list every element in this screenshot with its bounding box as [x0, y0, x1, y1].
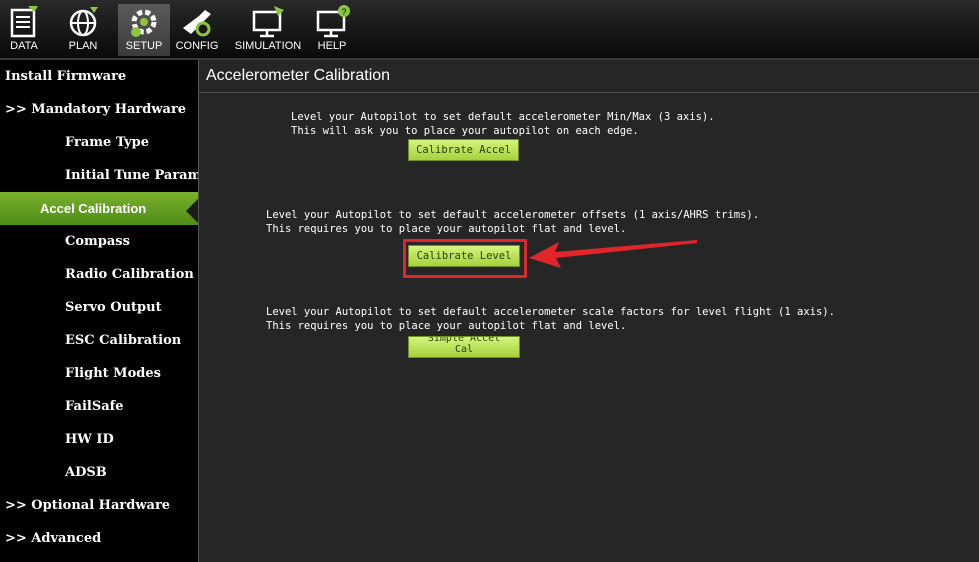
- sidebar-item-install-firmware[interactable]: Install Firmware: [0, 60, 203, 93]
- top-toolbar: DATA PLAN SETUP CONFIG SIMULATION ? HELP: [0, 0, 979, 60]
- accel-calibration-panel: Accelerometer Calibration Level your Aut…: [198, 60, 979, 562]
- section2-line1: Level your Autopilot to set default acce…: [266, 209, 760, 221]
- config-wrench-icon: [183, 10, 211, 37]
- simple-accel-cal-label-2: Cal: [454, 344, 474, 355]
- simulation-monitor-icon: [252, 6, 284, 38]
- calibrate-accel-button[interactable]: Calibrate Accel: [408, 139, 519, 161]
- sidebar-item-flight-modes[interactable]: Flight Modes: [0, 357, 198, 390]
- section3-line1: Level your Autopilot to set default acce…: [266, 306, 835, 318]
- simple-accel-cal-label-1: Simple Accel: [427, 336, 501, 344]
- section1-line1: Level your Autopilot to set default acce…: [291, 111, 715, 123]
- data-icon: [10, 6, 38, 38]
- toolbar-setup-button[interactable]: SETUP: [118, 4, 170, 56]
- toolbar-label: SIMULATION: [234, 40, 302, 52]
- title-divider: [199, 92, 979, 93]
- toolbar-data-button[interactable]: DATA: [4, 4, 44, 56]
- highlight-box: [403, 239, 527, 278]
- toolbar-label: DATA: [10, 40, 38, 52]
- red-arrow-annotation: [529, 240, 697, 268]
- page-title: Accelerometer Calibration: [206, 67, 391, 84]
- sidebar-item-initial-tune[interactable]: Initial Tune Parameters: [0, 159, 198, 192]
- sidebar-item-failsafe[interactable]: FailSafe: [0, 390, 198, 423]
- sidebar-item-frame-type[interactable]: Frame Type: [0, 126, 198, 159]
- toolbar-config-button[interactable]: CONFIG: [174, 4, 220, 56]
- toolbar-help-button[interactable]: ? HELP: [312, 4, 352, 56]
- plan-globe-icon: [69, 7, 98, 37]
- section1-line2: This will ask you to place your autopilo…: [291, 125, 639, 137]
- active-item-indicator: [186, 199, 198, 223]
- setup-gear-icon: [131, 9, 157, 37]
- toolbar-simulation-button[interactable]: SIMULATION: [230, 4, 306, 56]
- sidebar-item-optional-hardware[interactable]: >> Optional Hardware: [0, 489, 203, 522]
- sidebar-item-accel-calibration[interactable]: Accel Calibration: [0, 192, 198, 225]
- toolbar-label: CONFIG: [175, 40, 219, 52]
- toolbar-label: SETUP: [125, 40, 163, 52]
- toolbar-label: HELP: [317, 40, 347, 52]
- sidebar-item-adsb[interactable]: ADSB: [0, 456, 198, 489]
- setup-sidebar: Install Firmware >> Mandatory Hardware F…: [0, 60, 198, 562]
- sidebar-item-compass[interactable]: Compass: [0, 225, 198, 258]
- sidebar-item-esc-calibration[interactable]: ESC Calibration: [0, 324, 198, 357]
- sidebar-item-servo-output[interactable]: Servo Output: [0, 291, 198, 324]
- sidebar-item-advanced[interactable]: >> Advanced: [0, 522, 203, 555]
- simple-accel-cal-button[interactable]: Simple Accel Cal: [408, 336, 520, 358]
- section3-line2: This requires you to place your autopilo…: [266, 320, 627, 332]
- sidebar-item-mandatory-hardware[interactable]: >> Mandatory Hardware: [0, 93, 203, 126]
- svg-text:?: ?: [341, 7, 346, 17]
- sidebar-item-hw-id[interactable]: HW ID: [0, 423, 198, 456]
- toolbar-plan-button[interactable]: PLAN: [63, 4, 103, 56]
- sidebar-item-radio-calibration[interactable]: Radio Calibration: [0, 258, 198, 291]
- toolbar-label: PLAN: [68, 40, 98, 52]
- help-monitor-icon: ?: [316, 5, 350, 38]
